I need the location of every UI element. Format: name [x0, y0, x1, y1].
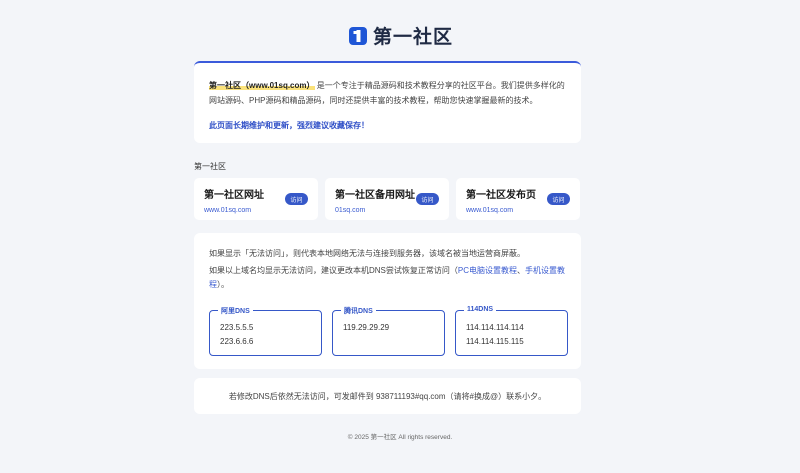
dns-blocked-note: 如果显示「无法访问」，则代表本地网络无法与连接到服务器，该域名被当地运营商屏蔽。	[209, 249, 525, 258]
contact-card: 若修改DNS后依然无法访问，可发邮件到 938711193#qq.com（请将#…	[194, 378, 581, 414]
site-name-highlight: 第一社区（www.01sq.com）	[209, 81, 315, 90]
dns-advice: 如果以上域名均显示无法访问，建议更改本机DNS尝试恢复正常访问（PC电脑设置教程…	[209, 264, 566, 292]
link-separator: 、	[517, 266, 526, 275]
site-card-release: 第一社区发布页 www.01sq.com 访问	[456, 178, 580, 220]
dns-label: 114DNS	[464, 306, 497, 313]
site-logo[interactable]: 第一社区	[0, 22, 800, 49]
logo-text: 第一社区	[372, 27, 453, 48]
dns-box-aliyun: 阿里DNS 223.5.5.5 223.6.6.6	[209, 306, 322, 356]
site-url[interactable]: www.01sq.com	[204, 207, 308, 214]
site-card-backup: 第一社区备用网址 01sq.com 访问	[325, 178, 449, 220]
pc-tutorial-link[interactable]: PC电脑设置教程	[458, 266, 517, 275]
contact-text: 若修改DNS后依然无法访问，可发邮件到 938711193#qq.com（请将#…	[228, 391, 547, 401]
dns-label: 腾讯DNS	[341, 306, 376, 316]
intro-card: 第一社区（www.01sq.com） 是一个专注于精品源码和技术教程分享的社区平…	[194, 61, 581, 143]
dns-ip: 223.6.6.6	[220, 337, 254, 346]
intro-paragraph: 第一社区（www.01sq.com） 是一个专注于精品源码和技术教程分享的社区平…	[209, 78, 566, 108]
dns-box-114: 114DNS 114.114.114.114 114.114.115.115	[455, 306, 568, 356]
dns-label: 阿里DNS	[218, 306, 253, 316]
logo-icon	[348, 26, 367, 45]
dns-advice-end: ）。	[217, 280, 229, 289]
visit-button[interactable]: 访问	[547, 193, 570, 205]
site-card-main: 第一社区网址 www.01sq.com 访问	[194, 178, 318, 220]
site-url[interactable]: 01sq.com	[335, 207, 439, 214]
site-url[interactable]: www.01sq.com	[466, 207, 570, 214]
dns-ip: 119.29.29.29	[343, 323, 390, 332]
dns-ip: 114.114.115.115	[466, 337, 524, 346]
dns-ip: 223.5.5.5	[220, 323, 254, 332]
section-title: 第一社区	[194, 162, 226, 171]
bookmark-notice: 此页面长期维护和更新，强烈建议收藏保存！	[209, 121, 369, 130]
dns-ip: 114.114.114.114	[466, 323, 524, 332]
dns-advice-text: 如果以上域名均显示无法访问，建议更改本机DNS尝试恢复正常访问（	[209, 266, 458, 275]
dns-card: 如果显示「无法访问」，则代表本地网络无法与连接到服务器，该域名被当地运营商屏蔽。…	[194, 233, 581, 369]
footer-copyright: © 2025 第一社区 All rights reserved.	[347, 434, 453, 441]
dns-box-tencent: 腾讯DNS 119.29.29.29	[332, 306, 445, 356]
visit-button[interactable]: 访问	[285, 193, 308, 205]
dns-server-list: 阿里DNS 223.5.5.5 223.6.6.6 腾讯DNS 119.29.2…	[209, 306, 568, 356]
visit-button[interactable]: 访问	[416, 193, 439, 205]
